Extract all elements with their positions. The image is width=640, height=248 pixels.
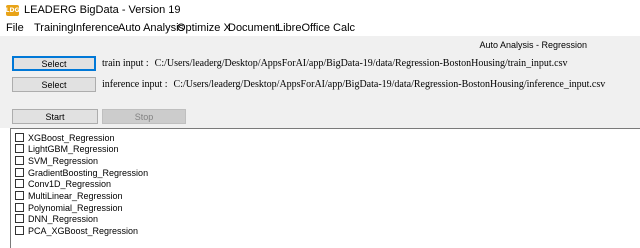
menu-optimize-x[interactable]: Optimize X [177,22,231,34]
menu-document[interactable]: Document [228,22,278,34]
menu-auto-analysis[interactable]: Auto Analysis [118,22,184,34]
model-item-polynomial-regression[interactable]: Polynomial_Regression [15,202,123,213]
inference-input-path: C:/Users/leaderg/Desktop/AppsForAI/app/B… [173,79,606,90]
title-bar: LDG LEADERG BigData - Version 19 [0,0,640,20]
checkbox[interactable] [15,156,24,165]
checkbox[interactable] [15,203,24,212]
checkbox[interactable] [15,191,24,200]
train-input-label: train input : [102,58,149,69]
train-input-row: train input : C:/Users/leaderg/Desktop/Ap… [102,58,568,69]
checkbox[interactable] [15,226,24,235]
model-checklist: XGBoost_Regression LightGBM_Regression S… [10,128,640,248]
model-item-xgboost-regression[interactable]: XGBoost_Regression [15,132,115,143]
menu-inference[interactable]: Inference [73,22,119,34]
train-input-path: C:/Users/leaderg/Desktop/AppsForAI/app/B… [154,58,568,69]
checkbox[interactable] [15,133,24,142]
model-item-dnn-regression[interactable]: DNN_Regression [15,213,98,224]
checkbox[interactable] [15,168,24,177]
checkbox[interactable] [15,144,24,153]
menu-file[interactable]: File [6,22,24,34]
inference-input-label: inference input : [102,79,168,90]
mode-label: Auto Analysis - Regression [479,40,587,50]
checkbox[interactable] [15,214,24,223]
app-logo-icon: LDG [5,5,20,16]
start-button[interactable]: Start [12,109,98,124]
model-item-svm-regression[interactable]: SVM_Regression [15,155,98,166]
stop-button[interactable]: Stop [102,109,186,124]
menu-bar: File Training Inference Auto Analysis Op… [0,20,640,36]
model-item-lightgbm-regression[interactable]: LightGBM_Regression [15,143,119,154]
checkbox[interactable] [15,179,24,188]
menu-libreoffice-calc[interactable]: LibreOffice Calc [277,22,355,34]
window-title: LEADERG BigData - Version 19 [24,4,181,16]
model-item-gradientboosting-regression[interactable]: GradientBoosting_Regression [15,167,148,178]
menu-training[interactable]: Training [34,22,73,34]
select-train-button[interactable]: Select [12,56,96,71]
inference-input-row: inference input : C:/Users/leaderg/Deskto… [102,79,605,90]
model-item-pca-xgboost-regression[interactable]: PCA_XGBoost_Regression [15,225,138,236]
model-item-conv1d-regression[interactable]: Conv1D_Regression [15,178,111,189]
select-inference-button[interactable]: Select [12,77,96,92]
control-panel: Auto Analysis - Regression Select train … [0,36,640,128]
model-item-multilinear-regression[interactable]: MultiLinear_Regression [15,190,123,201]
